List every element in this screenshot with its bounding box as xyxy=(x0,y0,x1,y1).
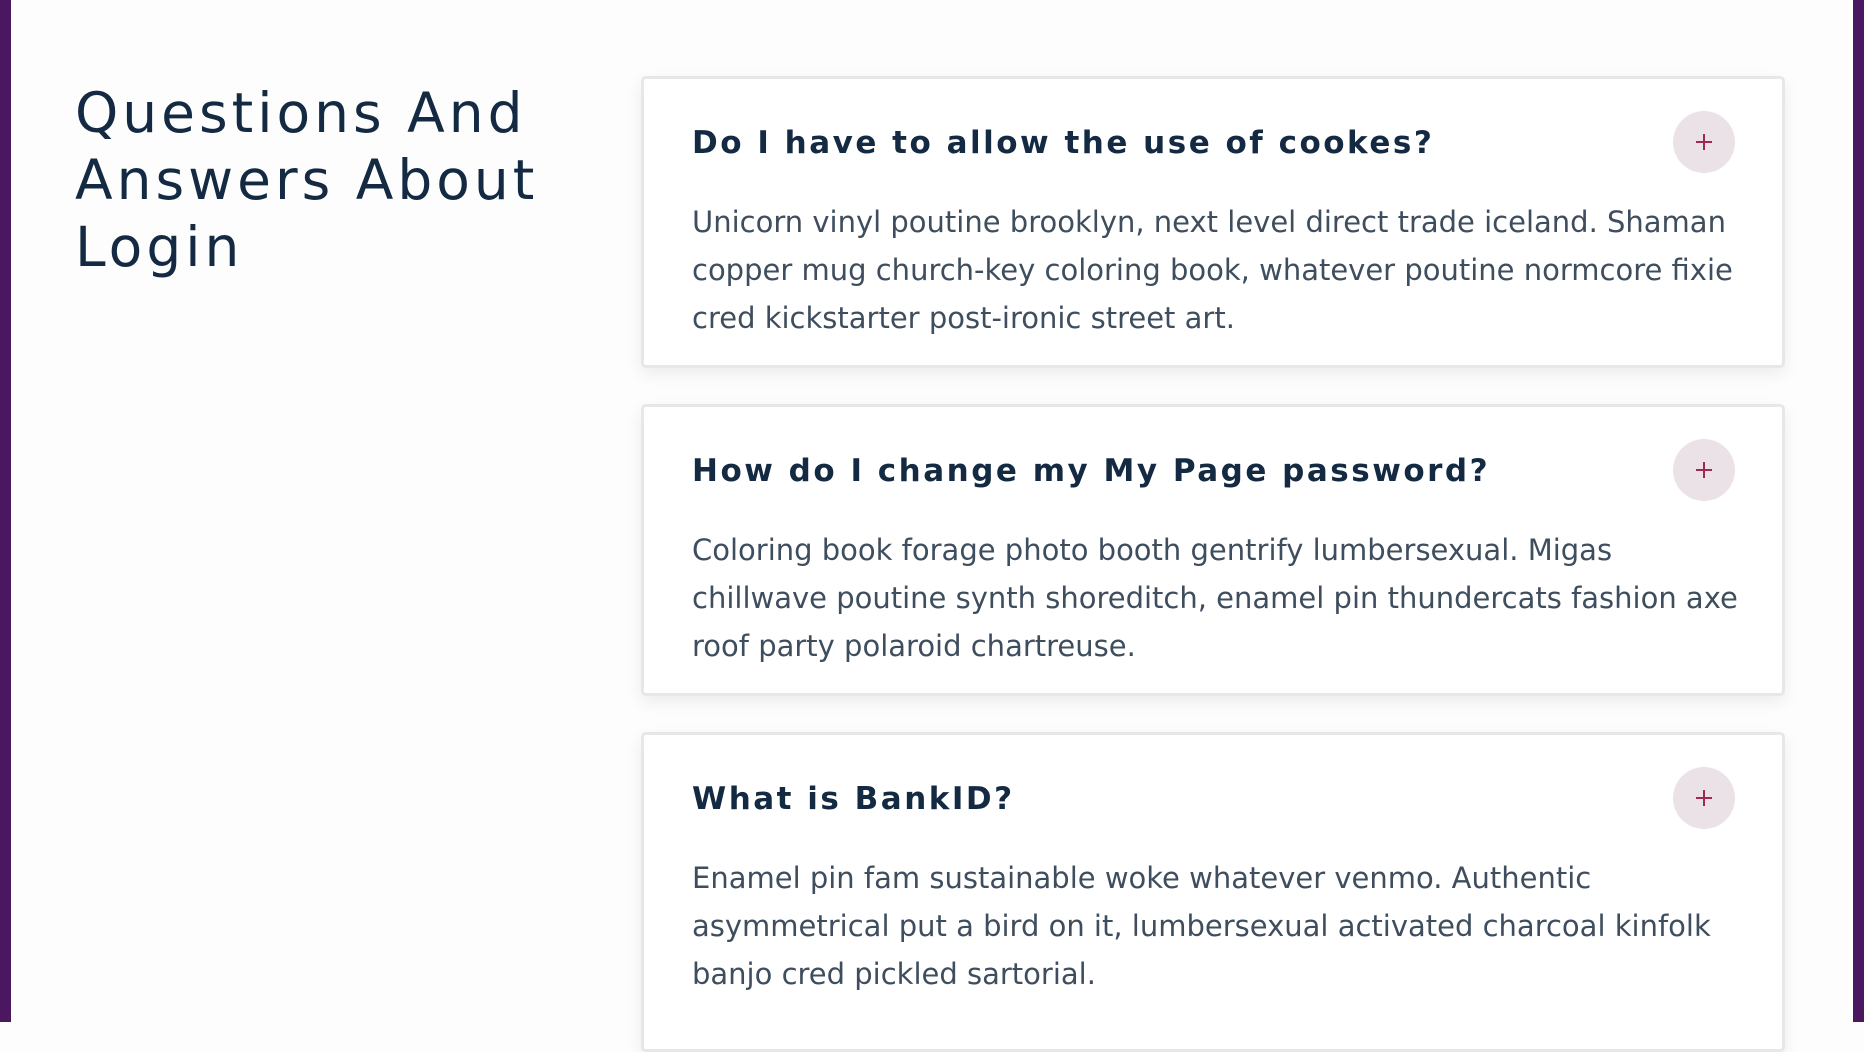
expand-toggle-button[interactable] xyxy=(1673,439,1735,501)
faq-answer: Coloring book forage photo booth gentrif… xyxy=(692,533,1738,663)
left-frame-border xyxy=(0,0,11,1022)
expand-toggle-button[interactable] xyxy=(1673,111,1735,173)
faq-item: Do I have to allow the use of cookes? Un… xyxy=(641,76,1785,368)
faq-answer: Enamel pin fam sustainable woke whatever… xyxy=(692,861,1711,991)
faq-question[interactable]: Do I have to allow the use of cookes? xyxy=(692,123,1652,163)
page-title: Questions And Answers About Login xyxy=(75,81,539,279)
faq-question[interactable]: How do I change my My Page password? xyxy=(692,451,1652,491)
plus-icon xyxy=(1696,134,1712,150)
plus-icon xyxy=(1696,462,1712,478)
faq-answer: Unicorn vinyl poutine brooklyn, next lev… xyxy=(692,205,1733,335)
faq-question[interactable]: What is BankID? xyxy=(692,779,1652,819)
faq-item: What is BankID? Enamel pin fam sustainab… xyxy=(641,732,1785,1052)
expand-toggle-button[interactable] xyxy=(1673,767,1735,829)
plus-icon xyxy=(1696,790,1712,806)
faq-item: How do I change my My Page password? Col… xyxy=(641,404,1785,696)
right-frame-border xyxy=(1853,0,1864,1022)
